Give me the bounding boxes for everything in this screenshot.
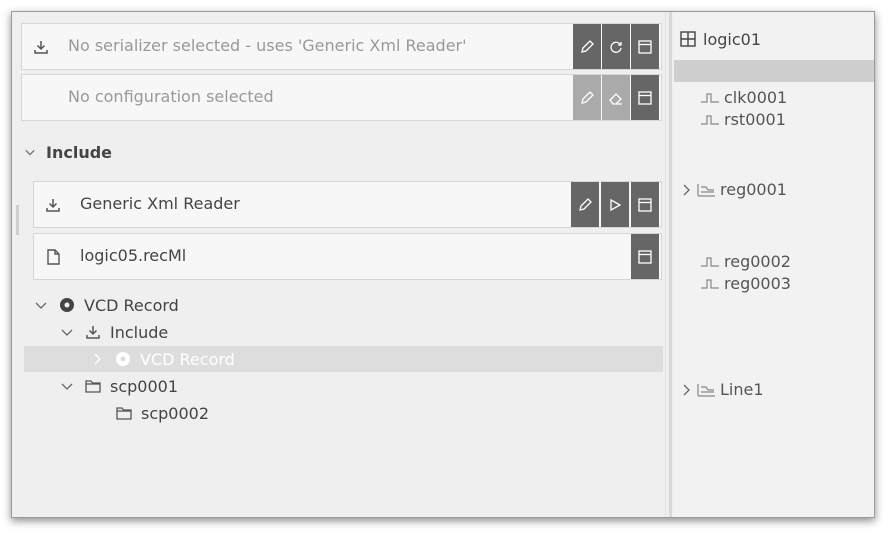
record-icon: [60, 298, 74, 312]
chevron-down-icon: [35, 302, 47, 309]
signal-row[interactable]: clk0001: [700, 88, 787, 107]
include-item-reader[interactable]: Generic Xml Reader: [33, 181, 662, 228]
signal-label: reg0003: [724, 274, 791, 293]
file-icon: [44, 248, 62, 266]
window-icon: [638, 197, 652, 212]
tree-label: VCD Record: [84, 295, 179, 315]
import-icon: [32, 38, 50, 56]
folder-icon: [85, 380, 101, 393]
import-icon: [86, 326, 100, 339]
signal-group-row[interactable]: reg0001: [680, 180, 787, 199]
include-section-label: Include: [46, 143, 113, 162]
refresh-icon: [610, 41, 622, 53]
chevron-down-icon: [61, 383, 73, 390]
include-item-label: Generic Xml Reader: [80, 194, 240, 213]
pulse-icon: [701, 92, 719, 103]
include-item-file[interactable]: logic05.recMl: [33, 233, 662, 280]
configuration-text: No configuration selected: [68, 87, 274, 106]
tree-row-vcd-record[interactable]: VCD Record: [34, 292, 662, 318]
panel-splitter[interactable]: [665, 12, 674, 517]
signal-label: reg0002: [724, 252, 791, 271]
tree-label: scp0001: [110, 376, 179, 396]
signals-panel-title: logic01: [703, 29, 761, 49]
edit-reader-button[interactable]: [571, 182, 599, 227]
signal-label: Line1: [720, 380, 764, 399]
edit-configuration-button[interactable]: [573, 75, 601, 120]
open-reader-panel-button[interactable]: [631, 182, 659, 227]
run-reader-button[interactable]: [601, 182, 629, 227]
signals-panel: logic01 clk0001 rst0001 reg0001 reg0002 …: [674, 12, 874, 517]
resize-grip[interactable]: [16, 205, 19, 235]
signal-label: clk0001: [724, 88, 788, 107]
tree-row-scope-1[interactable]: scp0001: [60, 373, 660, 399]
chevron-right-icon: [683, 184, 690, 195]
tree-row-nested-vcd-record[interactable]: VCD Record: [24, 346, 663, 372]
tree-label: VCD Record: [140, 349, 235, 369]
signal-label: reg0001: [720, 180, 787, 199]
left-panel: No serializer selected - uses 'Generic X…: [12, 12, 665, 517]
configuration-row[interactable]: No configuration selected: [21, 74, 662, 121]
signals-panel-header[interactable]: logic01: [674, 25, 874, 53]
signal-label: rst0001: [724, 110, 786, 129]
pulse-icon: [701, 256, 719, 267]
signal-row[interactable]: rst0001: [700, 110, 786, 129]
pulse-icon: [701, 114, 719, 125]
record-icon: [116, 352, 130, 366]
include-item-label: logic05.recMl: [80, 246, 187, 265]
bus-icon: [697, 183, 715, 197]
open-serializer-panel-button[interactable]: [631, 24, 659, 69]
pencil-icon: [581, 39, 594, 53]
folder-icon: [116, 407, 132, 420]
pencil-icon: [581, 90, 594, 104]
tree-label: scp0002: [141, 403, 210, 423]
window-icon: [638, 39, 652, 54]
import-icon: [44, 196, 62, 214]
app-window: No serializer selected - uses 'Generic X…: [11, 11, 875, 518]
signal-row[interactable]: reg0002: [700, 252, 791, 271]
window-icon: [638, 90, 652, 105]
chevron-right-icon: [683, 384, 690, 395]
clear-configuration-button[interactable]: [602, 75, 630, 120]
tree-label: Include: [110, 322, 169, 342]
tree-row-include[interactable]: Include: [60, 319, 660, 345]
serializer-row[interactable]: No serializer selected - uses 'Generic X…: [21, 23, 662, 70]
chevron-down-icon: [61, 329, 73, 336]
reload-serializer-button[interactable]: [602, 24, 630, 69]
eraser-icon: [609, 92, 622, 105]
signal-row[interactable]: reg0003: [700, 274, 791, 293]
open-configuration-panel-button[interactable]: [631, 75, 659, 120]
open-file-panel-button[interactable]: [631, 234, 659, 279]
chevron-down-icon: [24, 143, 38, 162]
signal-group-row[interactable]: Line1: [680, 380, 764, 399]
window-icon: [638, 249, 652, 264]
serializer-text: No serializer selected - uses 'Generic X…: [68, 36, 467, 55]
include-section-header[interactable]: Include: [24, 143, 112, 162]
pulse-icon: [701, 278, 719, 289]
bus-icon: [697, 383, 715, 397]
play-icon: [610, 198, 622, 211]
selection-bar[interactable]: [674, 60, 874, 82]
pencil-icon: [579, 197, 592, 211]
grid-icon: [680, 31, 696, 47]
chevron-right-icon: [94, 353, 101, 365]
tree-row-scope-2[interactable]: scp0002: [115, 400, 655, 426]
edit-serializer-button[interactable]: [573, 24, 601, 69]
